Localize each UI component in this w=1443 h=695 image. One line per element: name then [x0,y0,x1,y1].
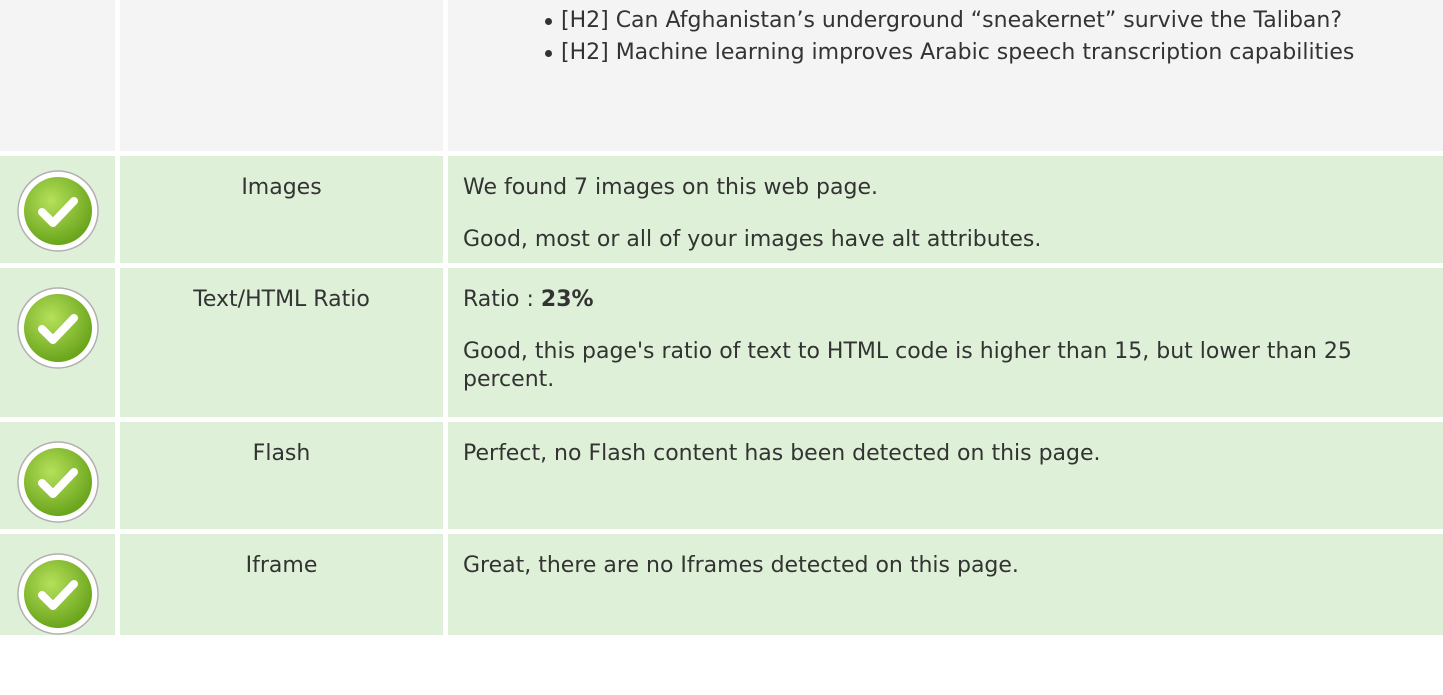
flash-row: Flash Perfect, no Flash content has been… [0,422,1443,529]
images-alt-text: Good, most or all of your images have al… [463,227,1042,252]
flash-result: Perfect, no Flash content has been detec… [448,422,1443,529]
images-status-cell [0,156,115,263]
checkmark-circle-icon [16,553,99,635]
seo-report: [H2] Can Afghanistan’s underground “snea… [0,0,1443,635]
iframe-row: Iframe Great, there are no Iframes detec… [0,534,1443,635]
ratio-status-cell [0,268,115,417]
ratio-prefix: Ratio : [463,287,541,312]
ratio-result: Ratio : 23% Good, this page's ratio of t… [448,268,1443,417]
heading-item: [H2] Can Afghanistan’s underground “snea… [545,5,1443,37]
iframe-text: Great, there are no Iframes detected on … [463,553,1019,578]
ratio-description: Good, this page's ratio of text to HTML … [463,339,1352,392]
checkmark-circle-icon [16,170,99,252]
ratio-row: Text/HTML Ratio Ratio : 23% Good, this p… [0,268,1443,417]
checkmark-circle-icon [16,441,99,523]
iframe-label: Iframe [120,534,443,635]
flash-text: Perfect, no Flash content has been detec… [463,441,1101,466]
headings-icon-cell [0,0,115,151]
headings-label-cell [120,0,443,151]
ratio-value: 23% [540,287,594,312]
ratio-line: Ratio : 23% [463,286,1443,314]
images-count-text: We found 7 images on this web page. [463,175,878,200]
flash-label: Flash [120,422,443,529]
iframe-status-cell [0,534,115,635]
iframe-result: Great, there are no Iframes detected on … [448,534,1443,635]
images-row: Images We found 7 images on this web pag… [0,156,1443,263]
headings-list: [H2] Can Afghanistan’s underground “snea… [448,5,1443,69]
headings-row: [H2] Can Afghanistan’s underground “snea… [0,0,1443,151]
images-label: Images [120,156,443,263]
headings-value-cell: [H2] Can Afghanistan’s underground “snea… [448,0,1443,151]
heading-item: [H2] Machine learning improves Arabic sp… [545,37,1443,69]
flash-status-cell [0,422,115,529]
checkmark-circle-icon [16,287,99,369]
images-result: We found 7 images on this web page. Good… [448,156,1443,263]
ratio-label: Text/HTML Ratio [120,268,443,417]
